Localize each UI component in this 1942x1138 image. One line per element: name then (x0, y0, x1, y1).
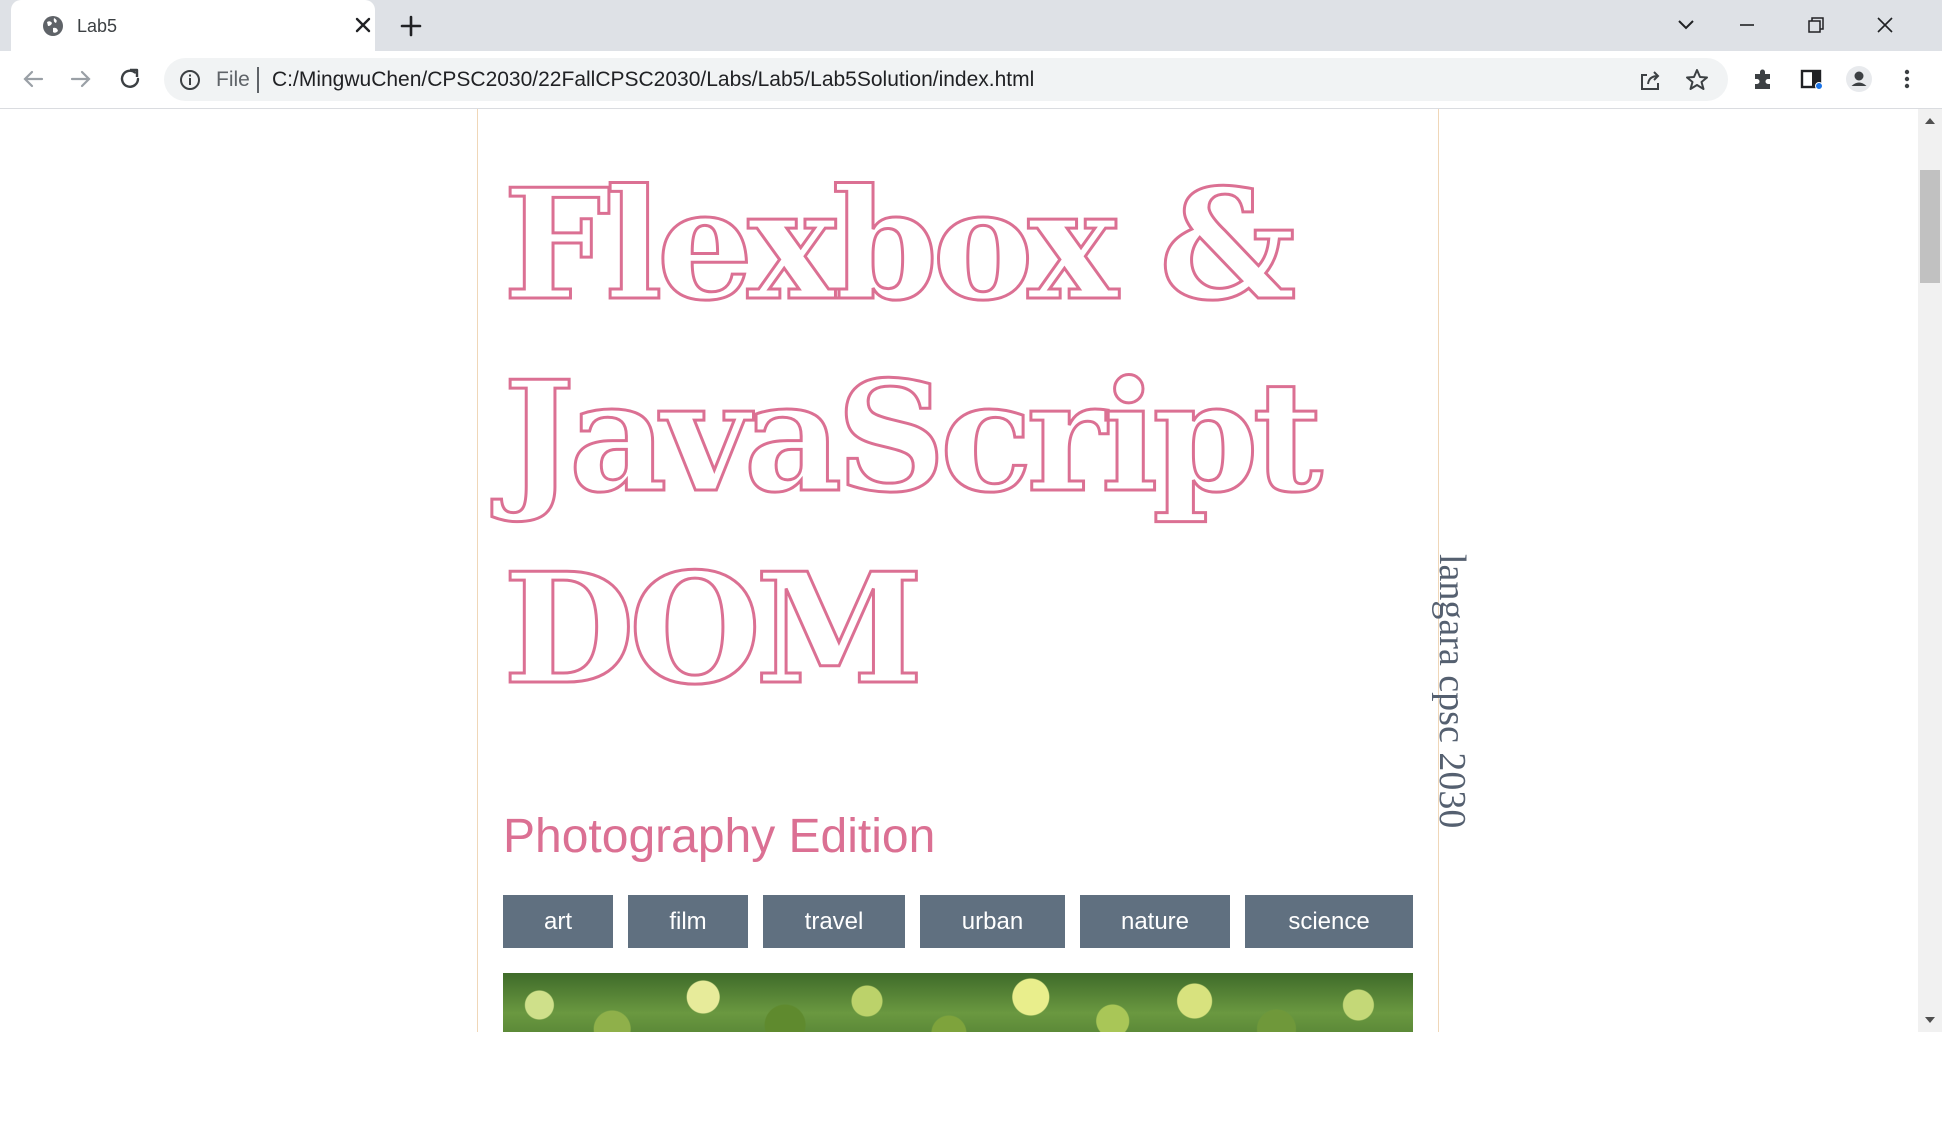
address-bar[interactable]: File C:/MingwuChen/CPSC2030/22FallCPSC20… (164, 58, 1728, 101)
profile-avatar-icon[interactable] (1845, 65, 1873, 93)
category-button-urban[interactable]: urban (920, 895, 1065, 948)
page-title: Flexbox & JavaScript DOM (502, 149, 1403, 725)
forward-arrow-icon[interactable] (66, 64, 96, 94)
category-nav: art film travel urban nature science (503, 895, 1413, 948)
scheme-label: File (216, 68, 250, 91)
tab-title: Lab5 (77, 16, 118, 36)
page-viewport: Flexbox & JavaScript DOM Photography Edi… (0, 109, 1942, 1032)
extensions-puzzle-icon[interactable] (1749, 65, 1777, 93)
screen-bottom-area (0, 1032, 1942, 1138)
new-tab-icon[interactable] (397, 12, 425, 40)
restore-icon[interactable] (1801, 10, 1831, 40)
share-icon[interactable] (1637, 67, 1663, 93)
page-container: Flexbox & JavaScript DOM Photography Edi… (477, 109, 1439, 1032)
side-label: langara cpsc 2030 (1431, 554, 1473, 829)
tab-strip: Lab5 (0, 0, 1942, 51)
vertical-scrollbar[interactable] (1918, 109, 1942, 1032)
close-window-icon[interactable] (1870, 10, 1900, 40)
minimize-icon[interactable] (1732, 10, 1762, 40)
back-arrow-icon[interactable] (18, 64, 48, 94)
reload-icon[interactable] (115, 64, 145, 94)
url-separator (257, 67, 259, 93)
category-button-film[interactable]: film (628, 895, 748, 948)
title-line-1: Flexbox & (502, 154, 1298, 336)
browser-toolbar: File C:/MingwuChen/CPSC2030/22FallCPSC20… (0, 51, 1942, 109)
globe-icon (43, 16, 63, 36)
tree-canopy-photo (503, 973, 1413, 1032)
browser-tab[interactable]: Lab5 (11, 0, 375, 51)
side-panel-icon[interactable] (1797, 65, 1825, 93)
close-tab-icon[interactable] (351, 13, 375, 37)
kebab-menu-icon[interactable] (1893, 65, 1921, 93)
bookmark-star-icon[interactable] (1684, 67, 1710, 93)
scroll-up-arrow-icon[interactable] (1924, 115, 1936, 127)
scroll-down-arrow-icon[interactable] (1924, 1014, 1936, 1026)
category-button-art[interactable]: art (503, 895, 613, 948)
category-button-travel[interactable]: travel (763, 895, 905, 948)
title-line-2: JavaScript (502, 346, 1325, 528)
title-line-3: DOM (502, 538, 925, 720)
category-button-science[interactable]: science (1245, 895, 1413, 948)
info-icon[interactable] (178, 68, 202, 92)
url-text[interactable]: C:/MingwuChen/CPSC2030/22FallCPSC2030/La… (272, 68, 1034, 92)
edition-subtitle: Photography Edition (503, 810, 936, 863)
category-button-nature[interactable]: nature (1080, 895, 1230, 948)
tab-search-chevron-down-icon[interactable] (1671, 10, 1701, 40)
scroll-thumb[interactable] (1920, 170, 1940, 283)
